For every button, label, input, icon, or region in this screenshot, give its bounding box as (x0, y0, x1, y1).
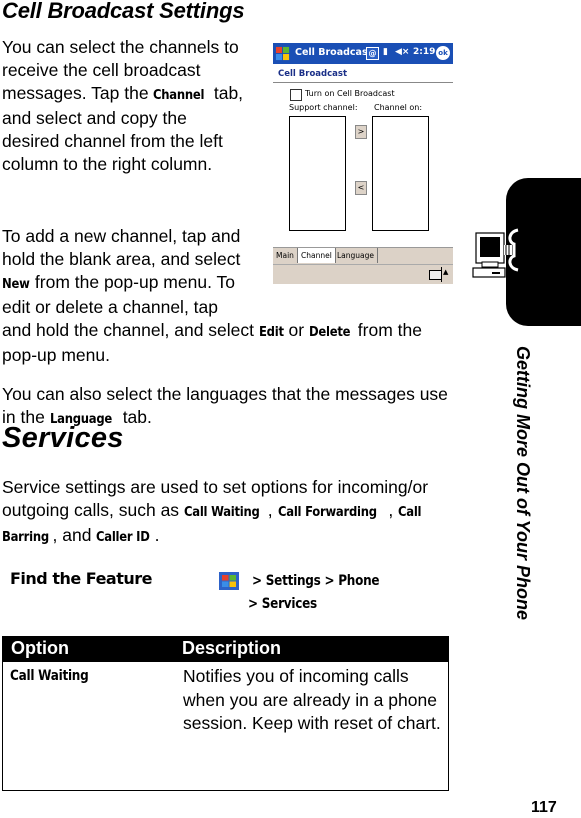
option-cell: Call Waiting (10, 668, 89, 684)
text: , and (52, 525, 97, 545)
feature-path-services: > Services (248, 596, 317, 612)
text-line: and select and copy the (2, 108, 187, 128)
cell-broadcast-screenshot: Cell Broadcast @ ▮ ◀× 2:19 ok Cell Broad… (273, 43, 453, 284)
find-the-feature-label: Find the Feature (10, 569, 153, 588)
add-channel-button[interactable]: > (355, 125, 367, 139)
text: outgoing calls, such as (2, 500, 184, 520)
device-tab-bar: Main Channel Language (273, 247, 453, 264)
column-header-description: Description (182, 638, 282, 658)
description-cell: Notifies you of incoming calls when you … (183, 666, 441, 733)
tab-main[interactable]: Main (273, 248, 298, 263)
keyword-caller-id: Caller ID (96, 529, 150, 545)
keyword-edit: Edit (258, 324, 284, 340)
keyword-delete: Delete (308, 324, 351, 340)
device-title-bar: Cell Broadcast @ ▮ ◀× 2:19 ok (273, 43, 453, 64)
chapter-title: Getting More Out of Your Phone (505, 346, 535, 636)
device-command-bar: ▲ (273, 264, 453, 284)
tab-language[interactable]: Language (334, 248, 379, 263)
support-channel-label: Support channel: (289, 103, 358, 112)
chapter-title-text: Getting More Out of Your Phone (513, 346, 533, 620)
text-line: edit or delete a channel, tap (2, 297, 218, 317)
services-paragraph: Service settings are used to set options… (2, 476, 472, 549)
windows-start-icon (275, 46, 290, 61)
text: or (283, 320, 309, 340)
network-icon: @ (366, 47, 379, 60)
cell-broadcast-intro-paragraph: You can select the channels to receive t… (2, 36, 264, 176)
text: and hold the channel, and select (2, 320, 259, 340)
text-line: You can select the channels to (2, 37, 239, 57)
divider (441, 267, 442, 282)
text: tab, (208, 83, 244, 103)
windows-start-icon (219, 572, 239, 590)
text: messages. Tap the (2, 83, 154, 103)
text: from the (352, 320, 422, 340)
device-clock: 2:19 (413, 47, 436, 57)
tab-channel[interactable]: Channel (298, 248, 336, 263)
page-number: 117 (531, 799, 557, 816)
text: , (388, 500, 399, 520)
table-header: Option Description (2, 636, 449, 662)
text-line: pop-up menu. (2, 345, 110, 365)
input-menu-arrow-icon[interactable]: ▲ (443, 268, 448, 276)
volume-muted-icon: ◀× (395, 47, 410, 57)
channel-on-list[interactable] (372, 116, 429, 231)
text-line: outgoing calls, such as Call Waiting, Ca… (2, 499, 472, 524)
text-line: and hold the channel, and select Edit or… (2, 319, 482, 344)
text-line: Barring, and Caller ID. (2, 524, 472, 549)
text-line: messages. Tap the Channel tab, (2, 82, 264, 107)
keyword-call-barring: Barring (2, 529, 49, 545)
device-subheader: Cell Broadcast (278, 69, 348, 79)
computer-phone-icon (472, 228, 519, 278)
section-heading-services: Services (2, 422, 124, 454)
text-line: You can also select the languages that t… (2, 384, 448, 404)
support-channel-list[interactable] (289, 116, 346, 231)
keyword-new: New (2, 276, 30, 292)
text: from the pop-up menu. To (30, 272, 235, 292)
keyword-channel: Channel (153, 87, 205, 103)
turn-on-cell-broadcast-checkbox[interactable] (290, 89, 302, 101)
options-table: Option Description Call Waiting Notifies… (2, 636, 449, 791)
feature-path-settings-phone: > Settings > Phone (252, 573, 380, 589)
keyword-call-waiting: Call Waiting (183, 504, 260, 520)
section-heading-cell-broadcast: Cell Broadcast Settings (2, 0, 245, 23)
channel-on-label: Channel on: (374, 103, 423, 112)
keyword-call-barring: Call (398, 504, 422, 520)
signal-icon: ▮ (383, 47, 388, 57)
ok-button[interactable]: ok (436, 46, 450, 60)
remove-channel-button[interactable]: < (355, 181, 367, 195)
text: , (267, 500, 278, 520)
checkbox-label: Turn on Cell Broadcast (305, 89, 395, 98)
text-line: Service settings are used to set options… (2, 477, 429, 497)
device-window-title: Cell Broadcast (295, 47, 373, 58)
column-header-option: Option (11, 638, 69, 658)
divider (273, 82, 453, 83)
text: . (154, 525, 160, 545)
text-line: desired channel from the left (2, 131, 223, 151)
keyword-call-forwarding: Call Forwarding (277, 504, 377, 520)
text-line: column to the right column. (2, 154, 213, 174)
table-row: Call Waiting Notifies you of incoming ca… (2, 662, 449, 791)
text-line: receive the cell broadcast (2, 60, 201, 80)
